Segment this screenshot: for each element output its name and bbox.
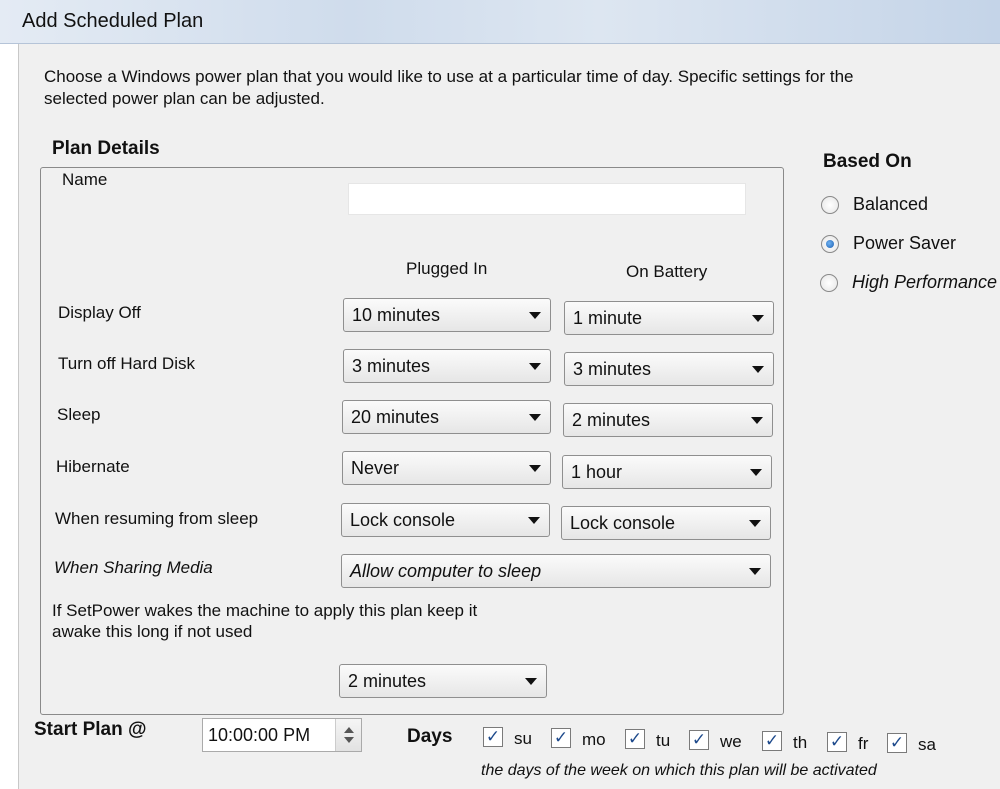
- name-input[interactable]: [348, 183, 746, 215]
- based-on-heading: Based On: [823, 151, 912, 172]
- start-time-value: 10:00:00 PM: [208, 724, 311, 745]
- radio-label-high-performance[interactable]: High Performance: [852, 272, 997, 293]
- chevron-down-icon: [529, 363, 541, 370]
- day-checkbox-mo[interactable]: ✓: [551, 728, 571, 748]
- row-label-display-off: Display Off: [58, 303, 141, 322]
- start-plan-label: Start Plan @: [34, 719, 147, 740]
- days-label: Days: [407, 726, 453, 747]
- chevron-down-icon: [749, 520, 761, 527]
- chevron-down-icon: [529, 312, 541, 319]
- wake-description: If SetPower wakes the machine to apply t…: [52, 601, 478, 641]
- select-value: Never: [351, 457, 400, 478]
- plan-details-heading: Plan Details: [52, 138, 160, 159]
- days-hint: the days of the week on which this plan …: [481, 762, 877, 779]
- chevron-down-icon: [528, 517, 540, 524]
- day-checkbox-th[interactable]: ✓: [762, 731, 782, 751]
- day-checkbox-sa[interactable]: ✓: [887, 733, 907, 753]
- day-label-sa[interactable]: sa: [918, 735, 936, 755]
- on-battery-header: On Battery: [626, 262, 708, 281]
- hard-disk-plugged-select[interactable]: 3 minutes: [343, 349, 551, 383]
- chevron-down-icon: [749, 568, 761, 575]
- chevron-down-icon: [529, 414, 541, 421]
- select-value: 3 minutes: [352, 355, 431, 376]
- row-label-resume: When resuming from sleep: [55, 509, 259, 528]
- select-value: 2 minutes: [348, 670, 427, 691]
- select-value: 20 minutes: [351, 406, 440, 427]
- wake-duration-select[interactable]: 2 minutes: [339, 664, 547, 698]
- sleep-battery-select[interactable]: 2 minutes: [563, 403, 773, 437]
- intro-text: Choose a Windows power plan that you wou…: [44, 67, 854, 108]
- plugged-in-header: Plugged In: [406, 259, 488, 278]
- chevron-down-icon: [529, 465, 541, 472]
- chevron-down-icon: [752, 366, 764, 373]
- select-value: 10 minutes: [352, 304, 441, 325]
- hibernate-battery-select[interactable]: 1 hour: [562, 455, 772, 489]
- resume-battery-select[interactable]: Lock console: [561, 506, 771, 540]
- day-label-tu[interactable]: tu: [656, 731, 670, 751]
- spin-down-icon[interactable]: [344, 737, 354, 743]
- resume-plugged-select[interactable]: Lock console: [341, 503, 550, 537]
- select-value: 2 minutes: [572, 409, 651, 430]
- window-title: Add Scheduled Plan: [22, 10, 204, 32]
- select-value: Allow computer to sleep: [350, 560, 542, 581]
- hibernate-plugged-select[interactable]: Never: [342, 451, 551, 485]
- day-label-fr[interactable]: fr: [858, 734, 868, 754]
- day-label-su[interactable]: su: [514, 729, 532, 749]
- row-label-hibernate: Hibernate: [56, 457, 130, 476]
- hard-disk-battery-select[interactable]: 3 minutes: [564, 352, 774, 386]
- select-value: Lock console: [350, 509, 456, 530]
- name-label: Name: [62, 170, 108, 189]
- time-spinner[interactable]: [335, 719, 361, 751]
- day-checkbox-su[interactable]: ✓: [483, 727, 503, 747]
- day-label-mo[interactable]: mo: [582, 730, 606, 750]
- chevron-down-icon: [752, 315, 764, 322]
- display-off-battery-select[interactable]: 1 minute: [564, 301, 774, 335]
- radio-power-saver[interactable]: [821, 235, 839, 253]
- day-checkbox-fr[interactable]: ✓: [827, 732, 847, 752]
- day-checkbox-we[interactable]: ✓: [689, 730, 709, 750]
- sleep-plugged-select[interactable]: 20 minutes: [342, 400, 551, 434]
- radio-high-performance[interactable]: [820, 274, 838, 292]
- chevron-down-icon: [751, 417, 763, 424]
- day-label-we[interactable]: we: [720, 732, 742, 752]
- radio-balanced[interactable]: [821, 196, 839, 214]
- row-label-sleep: Sleep: [57, 405, 101, 424]
- row-label-hard-disk: Turn off Hard Disk: [58, 354, 195, 373]
- chevron-down-icon: [525, 678, 537, 685]
- display-off-plugged-select[interactable]: 10 minutes: [343, 298, 551, 332]
- radio-label-balanced[interactable]: Balanced: [853, 194, 928, 215]
- spin-up-icon[interactable]: [344, 727, 354, 733]
- sharing-media-select[interactable]: Allow computer to sleep: [341, 554, 771, 588]
- select-value: 1 hour: [571, 461, 623, 482]
- day-label-th[interactable]: th: [793, 733, 807, 753]
- start-time-input[interactable]: 10:00:00 PM: [202, 718, 362, 752]
- title-bar: Add Scheduled Plan: [0, 0, 1000, 44]
- select-value: 1 minute: [573, 307, 643, 328]
- select-value: 3 minutes: [573, 358, 652, 379]
- radio-label-power-saver[interactable]: Power Saver: [853, 233, 956, 254]
- sharing-media-label: When Sharing Media: [54, 558, 213, 577]
- day-checkbox-tu[interactable]: ✓: [625, 729, 645, 749]
- chevron-down-icon: [750, 469, 762, 476]
- select-value: Lock console: [570, 512, 676, 533]
